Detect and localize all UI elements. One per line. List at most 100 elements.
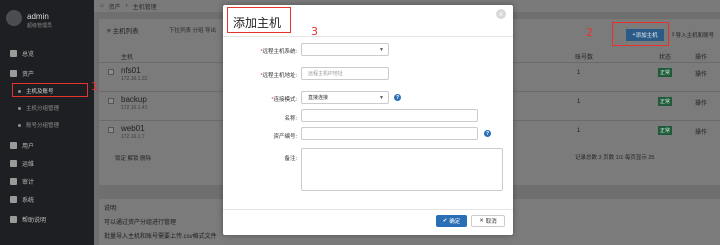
remark-textarea[interactable] (301, 148, 503, 191)
close-icon[interactable]: × (496, 9, 506, 19)
host-name: nfs01 (121, 66, 141, 75)
os-label-text: 远程主机系统: (262, 49, 297, 55)
help-icon[interactable]: ? (394, 94, 401, 101)
breadcrumb-assets[interactable]: 资产 (109, 2, 121, 11)
confirm-label: 确定 (449, 219, 461, 225)
status-badge: 正常 (658, 68, 672, 77)
account-count: 1 (577, 70, 581, 76)
status-badge: 正常 (658, 126, 672, 135)
name-input[interactable] (301, 109, 478, 122)
sidebar-subitem-host-groups[interactable]: 主机分组管理 (0, 101, 94, 115)
conn-mode-select[interactable]: 直接连接 ▼ (301, 91, 389, 104)
sidebar-item-label: 系统 (22, 197, 35, 204)
dashboard-icon (10, 49, 17, 57)
sidebar: admin 超级管理员 总览 资产 主机及账号 主机分组管理 账号分组管理 用户… (0, 0, 94, 245)
row-op-button[interactable]: 操作 (695, 127, 707, 136)
bulk-actions[interactable]: 锁定 解锁 删除 (115, 154, 151, 162)
name-label: 名称: (284, 116, 297, 122)
host-ip: 172.16.1.41 (121, 105, 148, 111)
addr-label-text: 远程主机地址: (262, 73, 297, 79)
gear-icon (10, 195, 17, 203)
help-icon[interactable]: ? (484, 130, 491, 137)
sidebar-item-label: 总览 (22, 51, 35, 58)
dialog-title: 添加主机 (233, 16, 282, 30)
username: admin (27, 12, 49, 21)
sidebar-item-overview[interactable]: 总览 (0, 46, 94, 60)
host-name: web01 (121, 124, 145, 133)
sidebar-item-ops[interactable]: 运维 (0, 156, 94, 170)
avatar (6, 10, 22, 26)
user-icon (10, 141, 17, 149)
row-op-button[interactable]: 操作 (695, 69, 707, 78)
conn-mode-value: 直接连接 (308, 95, 329, 101)
account-count: 1 (577, 99, 581, 105)
sidebar-item-label: 帮助说明 (22, 217, 47, 224)
notes-title: 说明: (104, 206, 118, 212)
terminal-icon (10, 159, 17, 167)
pagination[interactable]: 记录总数 3 页数 1/1 每页显示 25 (575, 153, 654, 161)
sidebar-subitem-account-groups[interactable]: 账号分组管理 (0, 118, 94, 132)
breadcrumb-hosts: 主机管理 (132, 4, 157, 11)
sidebar-item-label: 运维 (22, 161, 35, 168)
col-op: 操作 (695, 55, 708, 61)
row-checkbox[interactable] (108, 127, 114, 133)
help-icon (10, 215, 17, 223)
cancel-label: 取消 (485, 219, 497, 225)
user-role: 超级管理员 (27, 23, 53, 29)
col-host: 主机 (121, 55, 134, 61)
sidebar-item-label: 资产 (22, 71, 35, 78)
remark-label: 备注: (284, 156, 297, 162)
sidebar-item-users[interactable]: 用户 (0, 138, 94, 152)
server-icon (10, 69, 17, 77)
highlight-box-add (612, 22, 669, 46)
sidebar-item-help[interactable]: 帮助说明 (0, 212, 94, 226)
conn-label: *连接模式: (271, 97, 297, 103)
os-select[interactable]: ▼ (301, 43, 389, 56)
addr-label: *远程主机地址: (260, 73, 297, 79)
sidebar-item-audit[interactable]: 审计 (0, 174, 94, 188)
step-marker-1: 1 (91, 80, 98, 93)
asset-number-input[interactable] (301, 127, 478, 140)
panel-tools[interactable]: 下拉列表 分组 导出 (169, 26, 216, 34)
host-address-input[interactable]: 远程主机IP地址 (301, 67, 389, 80)
highlight-box-hosts (12, 83, 88, 97)
import-label: 导入主机和账号 (675, 33, 715, 39)
status-badge: 正常 (658, 97, 672, 106)
notes-line-1: 可以通过资产分组进行管理 (104, 220, 177, 226)
host-ip: 172.16.1.31 (121, 76, 148, 82)
step-marker-2: 2 (586, 26, 593, 39)
row-checkbox[interactable] (108, 69, 114, 75)
col-status: 状态 (659, 55, 672, 61)
sidebar-item-label: 用户 (22, 143, 35, 150)
add-host-dialog: 添加主机 3 × *远程主机系统: ▼ *远程主机地址: 远程主机IP地址 *连… (223, 5, 513, 235)
cancel-button[interactable]: ✕ 取消 (471, 215, 505, 227)
chevron-down-icon: ▼ (379, 46, 384, 53)
host-name: backup (121, 95, 147, 104)
import-button[interactable]: ⇪ 导入主机和账号 (671, 29, 719, 41)
chevron-down-icon: ▼ (379, 94, 384, 101)
eye-icon (10, 177, 17, 185)
sidebar-item-assets[interactable]: 资产 (0, 66, 94, 80)
os-label: *远程主机系统: (260, 49, 297, 55)
confirm-button[interactable]: ✔ 确定 (436, 215, 467, 227)
host-ip: 172.16.1.7 (121, 134, 145, 140)
panel-title-text: 主机列表 (112, 28, 139, 35)
panel-title: ≡ 主机列表 (107, 28, 139, 35)
sidebar-subitem-label: 主机分组管理 (26, 106, 60, 112)
sidebar-item-label: 审计 (22, 179, 35, 186)
row-checkbox[interactable] (108, 98, 114, 104)
bullet-icon (18, 123, 21, 127)
notes-line-2: 批量导入主机和账号需要上传.csv格式文件 (104, 234, 217, 240)
row-op-button[interactable]: 操作 (695, 98, 707, 107)
divider (223, 209, 513, 210)
conn-label-text: 连接模式: (273, 97, 297, 103)
sidebar-subitem-label: 账号分组管理 (26, 123, 60, 129)
user-profile: admin 超级管理员 (0, 0, 94, 46)
home-icon[interactable]: ⌂ (100, 3, 104, 9)
divider (223, 36, 513, 37)
account-count: 1 (577, 128, 581, 134)
sidebar-item-system[interactable]: 系统 (0, 192, 94, 206)
col-accounts: 账号数 (575, 55, 594, 61)
breadcrumb-sep: › (125, 3, 128, 9)
asset-label: 资产编号: (273, 134, 297, 140)
